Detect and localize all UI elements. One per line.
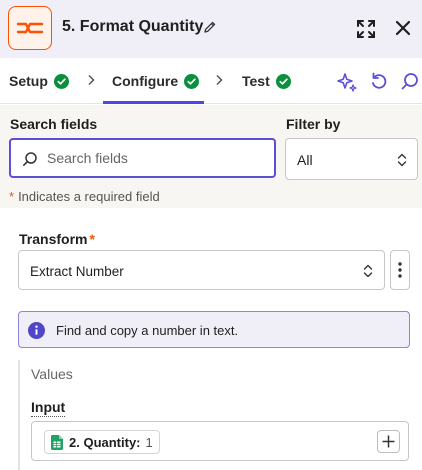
- expand-icon[interactable]: [355, 18, 377, 40]
- mapped-field-value: 1: [145, 434, 153, 450]
- chevron-right-icon: [88, 74, 95, 86]
- check-circle-icon: [184, 73, 200, 89]
- info-icon: [28, 322, 45, 339]
- mapped-field-label: 2. Quantity:: [69, 434, 141, 450]
- step-title[interactable]: 5. Format Quantity: [62, 18, 203, 36]
- transform-label: Transform *: [19, 231, 95, 247]
- pencil-icon[interactable]: [203, 20, 217, 34]
- search-icon[interactable]: [400, 71, 420, 91]
- chevron-right-icon: [216, 74, 223, 86]
- tab-setup[interactable]: Setup: [9, 73, 69, 89]
- undo-icon[interactable]: [369, 71, 389, 91]
- info-text: Find and copy a number in text.: [56, 323, 239, 338]
- mapped-field-pill[interactable]: 2. Quantity: 1: [44, 430, 160, 454]
- active-tab-indicator: [103, 101, 204, 104]
- check-circle-icon: [53, 73, 69, 89]
- input-field[interactable]: 2. Quantity: 1: [31, 421, 409, 461]
- tab-setup-label: Setup: [9, 73, 48, 89]
- sparkle-icon[interactable]: [336, 71, 358, 93]
- filter-by-label: Filter by: [286, 116, 341, 132]
- search-icon: [23, 152, 37, 166]
- step-tabs: Setup Configure Test: [0, 58, 422, 104]
- add-field-button[interactable]: [377, 430, 400, 453]
- plus-icon: [382, 435, 395, 448]
- search-fields-input[interactable]: [47, 148, 267, 168]
- filter-by-select[interactable]: All: [285, 138, 418, 180]
- search-fields-label: Search fields: [10, 116, 98, 132]
- step-header: 5. Format Quantity: [0, 0, 422, 58]
- tab-test[interactable]: Test: [242, 73, 291, 89]
- transform-value: Extract Number: [30, 264, 124, 279]
- close-icon[interactable]: [394, 19, 412, 37]
- required-field-note: * Indicates a required field: [9, 189, 160, 204]
- chevron-up-down-icon: [397, 153, 407, 167]
- search-fields-box[interactable]: [9, 138, 276, 178]
- configure-form: Transform * Extract Number Find and copy …: [0, 208, 422, 470]
- transform-label-text: Transform: [19, 231, 88, 247]
- tab-configure[interactable]: Configure: [112, 73, 200, 89]
- google-sheets-icon: [51, 434, 63, 450]
- required-note-text: Indicates a required field: [18, 189, 160, 204]
- values-group-rail: [18, 360, 20, 470]
- tab-configure-label: Configure: [112, 73, 179, 89]
- filter-by-value: All: [297, 152, 313, 168]
- transform-select[interactable]: Extract Number: [18, 250, 385, 290]
- field-search-panel: Search fields Filter by All *Indicates a…: [0, 105, 422, 208]
- input-label: Input: [31, 399, 66, 417]
- values-heading: Values: [31, 366, 73, 382]
- tab-test-label: Test: [242, 73, 270, 89]
- more-options-button[interactable]: [390, 250, 410, 290]
- required-marker: *: [9, 189, 15, 204]
- more-vertical-icon: [398, 262, 402, 278]
- required-marker: *: [89, 231, 95, 247]
- check-circle-icon: [275, 73, 291, 89]
- chevron-up-down-icon: [363, 264, 373, 278]
- info-banner: Find and copy a number in text.: [18, 311, 410, 348]
- formatter-icon: [8, 6, 52, 50]
